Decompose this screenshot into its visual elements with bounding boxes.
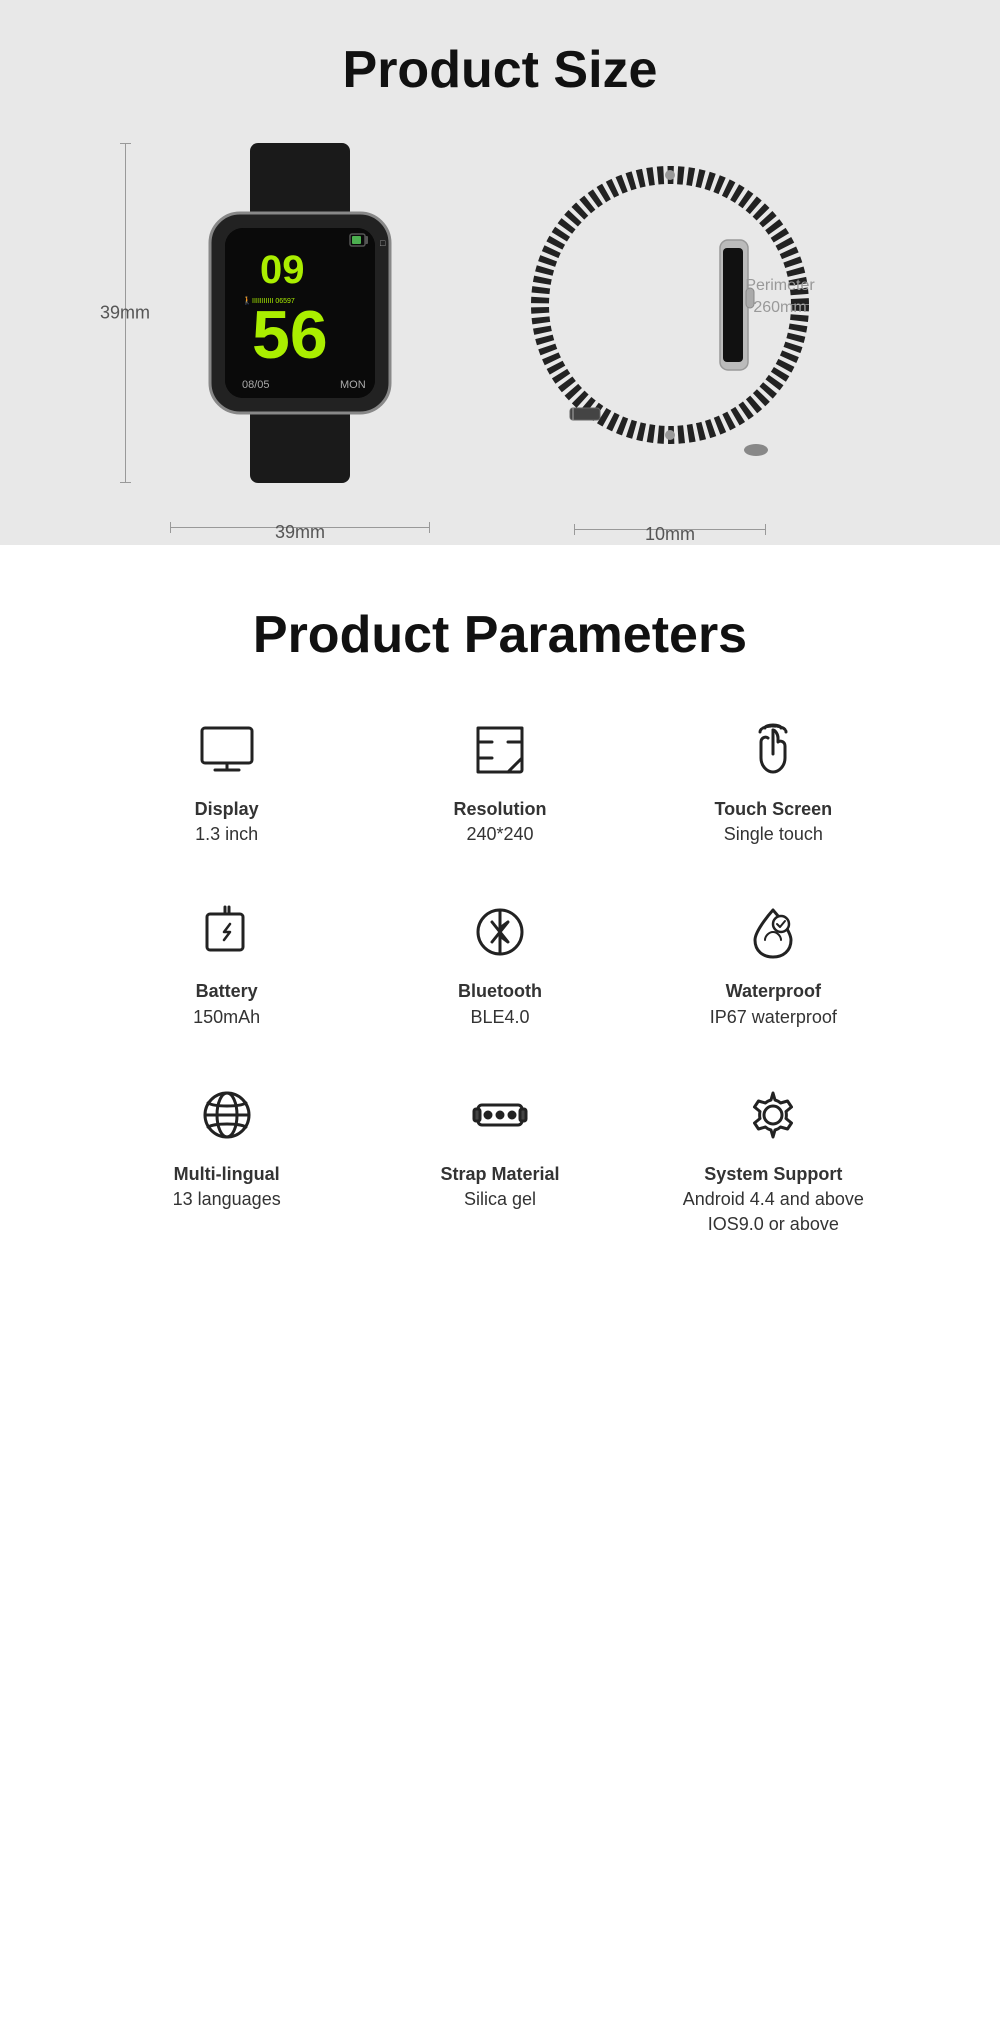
params-grid: Display 1.3 inch Resolution 240*240: [100, 715, 900, 1237]
waterproof-label: Waterproof IP67 waterproof: [710, 979, 837, 1029]
multilingual-label: Multi-lingual 13 languages: [173, 1162, 281, 1212]
product-params-title: Product Parameters: [40, 605, 960, 665]
param-system: System Support Android 4.4 and above IOS…: [647, 1080, 900, 1238]
width-label: 39mm: [275, 522, 325, 543]
svg-text:09: 09: [260, 248, 305, 292]
touch-label: Touch Screen Single touch: [714, 797, 832, 847]
display-label: Display 1.3 inch: [195, 797, 259, 847]
touch-icon: [738, 715, 808, 785]
product-size-section: Product Size 39mm: [0, 0, 1000, 545]
param-touch: Touch Screen Single touch: [647, 715, 900, 847]
svg-text:56: 56: [252, 297, 328, 373]
watch-side-svg: Perimeter 260mm: [510, 140, 830, 480]
watches-container: 39mm □ 09: [20, 140, 980, 485]
param-battery: Battery 150mAh: [100, 897, 353, 1029]
product-params-section: Product Parameters Display 1.3 inch: [0, 545, 1000, 1317]
strap-label: Strap Material Silica gel: [440, 1162, 559, 1212]
battery-label: Battery 150mAh: [193, 979, 260, 1029]
watch-front-svg: □ 09 🚶 IIIIIIIIIII 06597 56 08/05 MON: [170, 143, 430, 483]
svg-text:260mm: 260mm: [753, 299, 806, 316]
svg-text:🚶: 🚶: [242, 295, 252, 305]
height-label: 39mm: [100, 302, 150, 323]
svg-text:Perimeter: Perimeter: [745, 277, 815, 294]
param-display: Display 1.3 inch: [100, 715, 353, 847]
param-multilingual: Multi-lingual 13 languages: [100, 1080, 353, 1238]
svg-text:08/05: 08/05: [242, 379, 270, 391]
svg-text:MON: MON: [340, 379, 366, 391]
waterproof-icon: [738, 897, 808, 967]
watch-front-wrapper: 39mm □ 09: [170, 143, 430, 483]
param-bluetooth: Bluetooth BLE4.0: [373, 897, 626, 1029]
bluetooth-label: Bluetooth BLE4.0: [458, 979, 542, 1029]
monitor-icon: [192, 715, 262, 785]
system-icon: [738, 1080, 808, 1150]
param-resolution: Resolution 240*240: [373, 715, 626, 847]
battery-icon: [192, 897, 262, 967]
thickness-label: 10mm: [645, 524, 695, 545]
product-size-title: Product Size: [20, 40, 980, 100]
system-label: System Support Android 4.4 and above IOS…: [683, 1162, 864, 1238]
strap-icon: [465, 1080, 535, 1150]
bluetooth-icon: [465, 897, 535, 967]
param-strap: Strap Material Silica gel: [373, 1080, 626, 1238]
watch-side-wrapper: Perimeter 260mm 10mm: [510, 140, 830, 485]
globe-icon: [192, 1080, 262, 1150]
resolution-icon: [465, 715, 535, 785]
resolution-label: Resolution 240*240: [453, 797, 546, 847]
svg-text:□: □: [380, 238, 386, 248]
param-waterproof: Waterproof IP67 waterproof: [647, 897, 900, 1029]
